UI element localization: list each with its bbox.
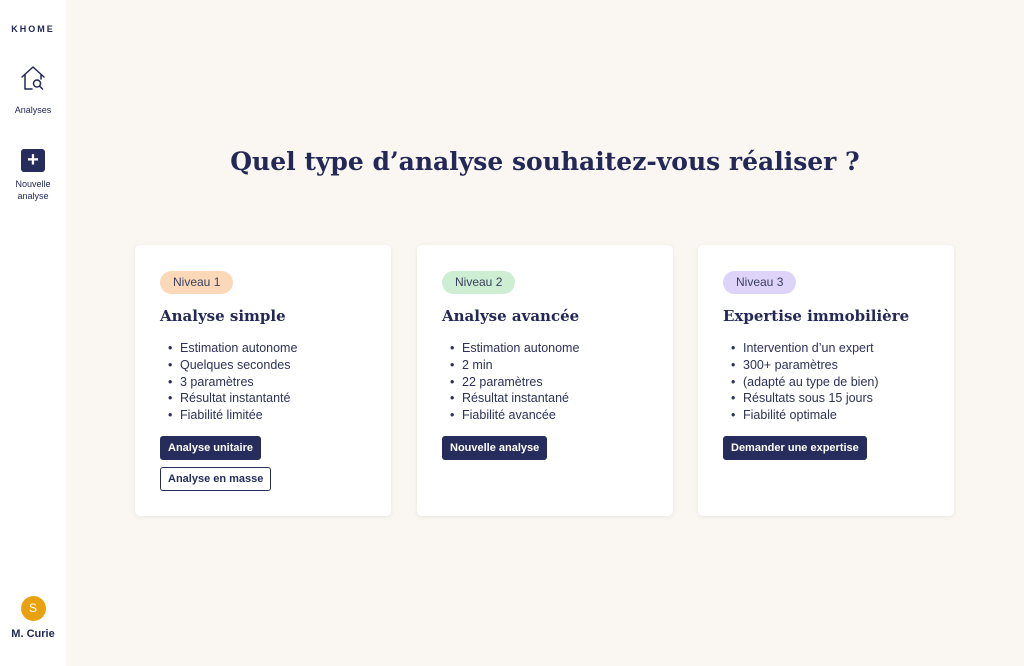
- list-item: Quelques secondes: [168, 357, 297, 374]
- sidebar-item-label: Nouvelle analyse: [15, 179, 51, 201]
- new-analysis-button[interactable]: Nouvelle analyse: [442, 436, 548, 460]
- avatar: S: [20, 596, 46, 621]
- sidebar-item-new-analysis[interactable]: + Nouvelle analyse: [0, 149, 66, 202]
- single-analysis-button[interactable]: Analyse unitaire: [160, 436, 261, 460]
- level-badge: Niveau 3: [723, 271, 797, 294]
- card-title: Analyse avancée: [442, 307, 580, 325]
- list-item: Estimation autonome: [450, 340, 579, 357]
- card-title: Expertise immobilière: [723, 307, 910, 325]
- analysis-card-simple: Niveau 1 Analyse simple Estimation auton…: [135, 245, 391, 516]
- feature-list: Intervention d’un expert 300+ paramètres…: [731, 340, 879, 424]
- list-item: Fiabilité optimale: [731, 407, 879, 424]
- list-item: Fiabilité limitée: [168, 407, 297, 424]
- list-item: 300+ paramètres: [731, 357, 879, 374]
- list-item: 3 paramètres: [168, 374, 297, 391]
- card-title: Analyse simple: [160, 307, 286, 325]
- list-item: Intervention d’un expert: [731, 340, 879, 357]
- house-search-icon: [21, 66, 45, 90]
- user-profile[interactable]: S M. Curie: [0, 596, 66, 640]
- brand-logo: KHOME: [11, 24, 55, 34]
- sidebar-item-analyses[interactable]: Analyses: [0, 64, 66, 116]
- plus-icon: +: [21, 149, 45, 172]
- analysis-card-advanced: Niveau 2 Analyse avancée Estimation auto…: [417, 245, 673, 516]
- analysis-card-expertise: Niveau 3 Expertise immobilière Intervent…: [698, 245, 954, 516]
- list-item: Résultat instantanté: [168, 390, 297, 407]
- list-item: 2 min: [450, 357, 579, 374]
- list-item: Résultats sous 15 jours: [731, 390, 879, 407]
- list-item: Estimation autonome: [168, 340, 297, 357]
- sidebar: KHOME Analyses + Nouvelle analyse S M. C…: [0, 0, 66, 666]
- list-item: Résultat instantané: [450, 390, 579, 407]
- level-badge: Niveau 2: [442, 271, 516, 294]
- sidebar-item-label: Analyses: [14, 105, 52, 115]
- feature-list: Estimation autonome Quelques secondes 3 …: [168, 340, 297, 424]
- list-item: 22 paramètres: [450, 374, 579, 391]
- user-name: M. Curie: [11, 628, 55, 640]
- request-expertise-button[interactable]: Demander une expertise: [723, 436, 867, 460]
- feature-list: Estimation autonome 2 min 22 paramètres …: [450, 340, 579, 424]
- page-title: Quel type d’analyse souhaitez-vous réali…: [230, 147, 860, 176]
- bulk-analysis-button[interactable]: Analyse en masse: [160, 467, 272, 491]
- list-item: Fiabilité avancée: [450, 407, 579, 424]
- level-badge: Niveau 1: [160, 271, 234, 294]
- list-item: (adapté au type de bien): [731, 374, 879, 391]
